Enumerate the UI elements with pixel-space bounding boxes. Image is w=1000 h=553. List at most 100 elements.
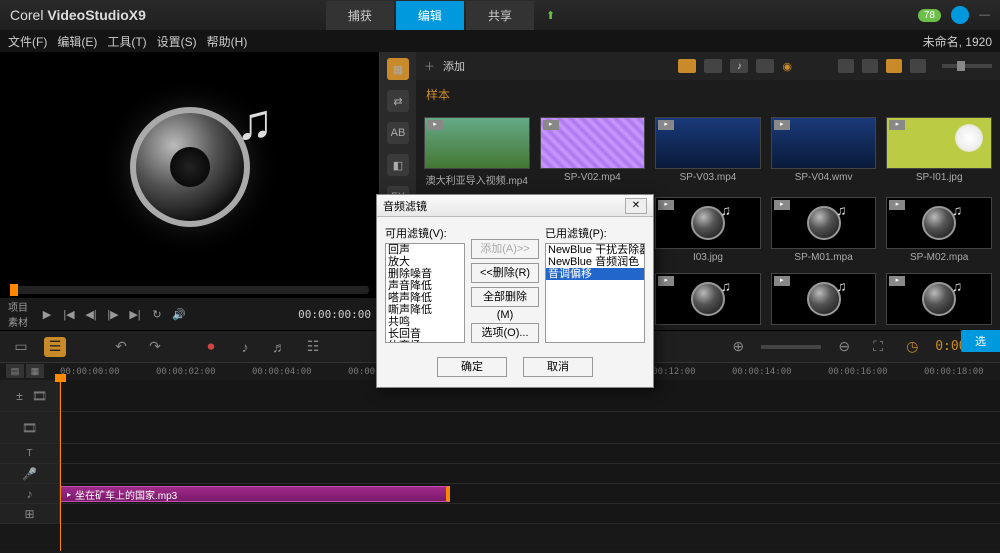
available-filters-list[interactable]: 回声放大删除噪音声音降低嗒声降低嘶声降低共鸣长回音体育场音量级别音调偏移 (385, 243, 465, 343)
filter-option[interactable]: 声音降低 (386, 280, 464, 292)
library-thumb[interactable]: ▸SP-V04.wmv (771, 117, 877, 187)
zoom-out-icon[interactable]: ⊖ (833, 337, 855, 357)
graphic-tab-icon[interactable]: ◧ (387, 154, 409, 176)
voice-track[interactable]: 🎤 (0, 464, 1000, 484)
add-folder-icon[interactable]: ＋ (424, 58, 435, 74)
mic-track-icon: 🎤 (22, 466, 38, 482)
library-thumb[interactable]: ▸SP-I01.jpg (886, 117, 992, 187)
sort-icon[interactable] (838, 59, 854, 73)
applied-filter-option[interactable]: NewBlue 音频润色 (546, 256, 644, 268)
menu-tools[interactable]: 工具(T) (107, 33, 146, 50)
preview-scrubber[interactable] (10, 286, 369, 294)
ok-button[interactable]: 确定 (437, 357, 507, 377)
auto-music-icon[interactable]: ♬ (268, 337, 290, 357)
next-icon[interactable]: |▶ (104, 305, 122, 323)
filter-option[interactable]: 删除噪音 (386, 268, 464, 280)
minimize-icon[interactable]: — (979, 9, 990, 21)
record-icon[interactable]: ⏺ (200, 337, 222, 357)
dialog-close-button[interactable]: ✕ (625, 198, 647, 214)
loop-icon[interactable]: ↻ (148, 305, 166, 323)
zoom-in-icon[interactable]: ⊕ (727, 337, 749, 357)
filter-option[interactable]: 共鸣 (386, 316, 464, 328)
audio-clip[interactable]: 坐在矿车上的国家.mp3 (60, 486, 450, 502)
lock-icon[interactable]: ± (12, 388, 28, 404)
timeline-view-icon[interactable]: ☰ (44, 337, 66, 357)
options-button[interactable]: 选项(O)... (471, 323, 539, 343)
menu-help[interactable]: 帮助(H) (207, 33, 248, 50)
applied-filters-list[interactable]: NewBlue 干扰去除器NewBlue 音频润色音调偏移 (545, 243, 645, 343)
track-expand-icon[interactable]: ▤ (6, 364, 24, 378)
fit-icon[interactable]: ⛶ (867, 337, 889, 357)
filter-photo-icon[interactable] (704, 59, 722, 73)
filter-video-icon[interactable] (678, 59, 696, 73)
filter-option[interactable]: 嘶声降低 (386, 304, 464, 316)
play-icon[interactable]: ▶ (38, 305, 56, 323)
undo-icon[interactable]: ↶ (110, 337, 132, 357)
filter-audio-icon[interactable]: ♪ (730, 59, 748, 73)
filter-option[interactable]: 嗒声降低 (386, 292, 464, 304)
track-collapse-icon[interactable]: ▦ (26, 364, 44, 378)
applied-filter-option[interactable]: 音调偏移 (546, 268, 644, 280)
start-icon[interactable]: |◀ (60, 305, 78, 323)
filter-badge-icon[interactable]: ◉ (782, 60, 792, 73)
mode-clip[interactable]: 素材 (8, 314, 34, 329)
view-list-icon[interactable] (862, 59, 878, 73)
mode-project[interactable]: 项目 (8, 299, 34, 314)
library-thumb[interactable]: ▸SP-V02.mp4 (540, 117, 646, 187)
preview-canvas[interactable]: ♫ (0, 52, 379, 282)
filter-option[interactable]: 回声 (386, 244, 464, 256)
library-category[interactable]: 样本 (416, 80, 1000, 109)
notification-badge[interactable]: 78 (918, 9, 941, 22)
redo-icon[interactable]: ↷ (144, 337, 166, 357)
tab-share[interactable]: 共享 (466, 1, 534, 30)
thumb-label: SP-M01.mpa (771, 249, 877, 263)
applied-filter-option[interactable]: NewBlue 干扰去除器 (546, 244, 644, 256)
title-tab-icon[interactable]: AB (387, 122, 409, 144)
library-thumb[interactable]: ▸ (655, 273, 761, 330)
library-thumb[interactable]: ▸SP-M02.mpa (886, 197, 992, 263)
media-tab-icon[interactable]: ▦ (387, 58, 409, 80)
thumb-size-slider[interactable] (942, 64, 992, 68)
clock-icon[interactable]: ◷ (901, 337, 923, 357)
account-icon[interactable] (951, 6, 969, 24)
overlay-track[interactable]: 🎞 (0, 412, 1000, 444)
title-track[interactable]: T (0, 444, 1000, 464)
prev-icon[interactable]: ◀| (82, 305, 100, 323)
library-thumb[interactable]: ▸I03.jpg (655, 197, 761, 263)
select-button[interactable]: 选 (961, 330, 1000, 352)
menu-file[interactable]: 文件(F) (8, 33, 47, 50)
library-thumb[interactable]: ▸ (771, 273, 877, 330)
zoom-slider[interactable] (761, 345, 821, 349)
menu-edit[interactable]: 编辑(E) (57, 33, 97, 50)
project-filename: 未命名, 1920 (923, 33, 992, 50)
remove-all-button[interactable]: 全部删除(M) (471, 287, 539, 307)
menu-settings[interactable]: 设置(S) (157, 33, 197, 50)
end-icon[interactable]: ▶| (126, 305, 144, 323)
extra-track[interactable]: ⊞ (0, 504, 1000, 524)
sound-icon[interactable]: 🔊 (170, 305, 188, 323)
view-detail-icon[interactable] (910, 59, 926, 73)
filter-freeze-icon[interactable] (756, 59, 774, 73)
upload-icon[interactable]: ⬆ (546, 9, 555, 22)
library-thumb[interactable]: ▸澳大利亚导入视频.mp4 (424, 117, 530, 187)
filter-option[interactable]: 体育场 (386, 340, 464, 343)
mixer-icon[interactable]: ♪ (234, 337, 256, 357)
library-thumb[interactable]: ▸SP-M01.mpa (771, 197, 877, 263)
tab-capture[interactable]: 捕获 (326, 1, 394, 30)
filter-option[interactable]: 长回音 (386, 328, 464, 340)
playhead[interactable] (60, 380, 61, 551)
view-grid-icon[interactable] (886, 59, 902, 73)
library-thumb[interactable]: ▸ (886, 273, 992, 330)
library-thumb[interactable]: ▸SP-V03.mp4 (655, 117, 761, 187)
remove-filter-button[interactable]: <<删除(R) (471, 263, 539, 283)
preview-timecode[interactable]: 00:00:00:00 (298, 308, 371, 321)
tab-edit[interactable]: 编辑 (396, 1, 464, 30)
storyboard-view-icon[interactable]: ▭ (10, 337, 32, 357)
cancel-button[interactable]: 取消 (523, 357, 593, 377)
subtitle-icon[interactable]: ☷ (302, 337, 324, 357)
transition-tab-icon[interactable]: ⇄ (387, 90, 409, 112)
music-track[interactable]: ♪ 坐在矿车上的国家.mp3 (0, 484, 1000, 504)
add-filter-button[interactable]: 添加(A)>> (471, 239, 539, 259)
filter-option[interactable]: 放大 (386, 256, 464, 268)
ruler-mark: 00:00:16:00 (828, 367, 888, 377)
